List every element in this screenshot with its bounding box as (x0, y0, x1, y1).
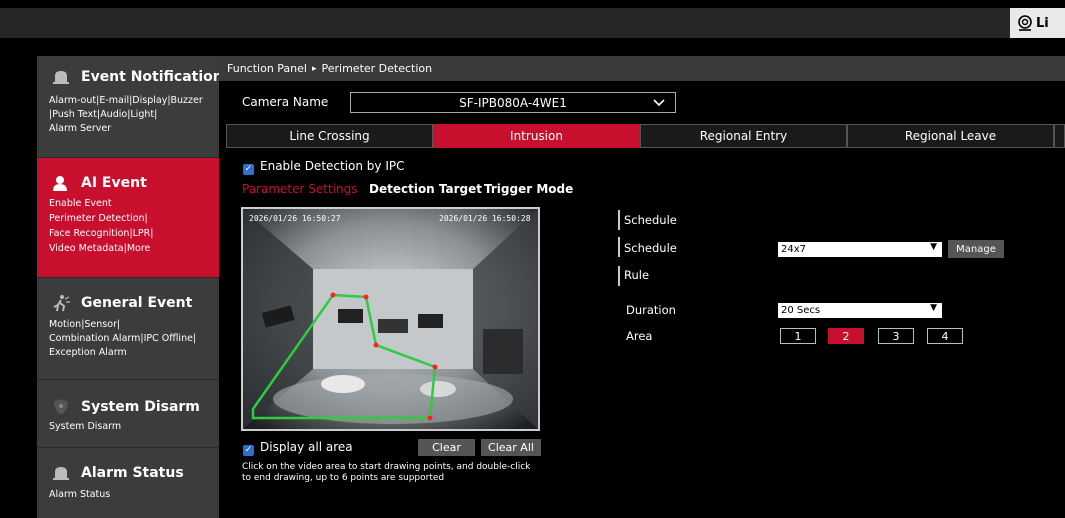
clear-button[interactable]: Clear (418, 439, 475, 456)
sidebar-sub-text: Motion|Sensor| (49, 319, 121, 330)
alarm-status-icon (53, 467, 69, 480)
breadcrumb: Function Panel ▸ Perimeter Detection (219, 56, 1065, 81)
camera-name-select[interactable]: SF-IPB080A-4WE1 (350, 92, 676, 113)
subtab-trigger-mode[interactable]: Trigger Mode (484, 182, 573, 196)
subtab-detection-target[interactable]: Detection Target (369, 182, 482, 196)
sidebar-item-label: General Event (81, 295, 193, 311)
checkbox-checked-icon: ✓ (243, 164, 254, 175)
live-view-label: Li (1036, 15, 1049, 31)
duration-select[interactable]: 20 Secs ▼ (778, 303, 942, 318)
tab-regional-leave[interactable]: Regional Leave (847, 124, 1054, 148)
sidebar: Event Notification Alarm-out|E-mail|Disp… (37, 56, 223, 518)
area-label: Area (626, 329, 653, 343)
schedule-value: 24x7 (781, 244, 807, 255)
drawing-hint-text: Click on the video area to start drawing… (242, 462, 531, 483)
section-divider (618, 237, 620, 257)
tab-regional-entry[interactable]: Regional Entry (640, 124, 847, 148)
area-button-3[interactable]: 3 (878, 328, 914, 344)
clear-all-button[interactable]: Clear All (481, 439, 541, 456)
display-all-area-checkbox[interactable]: ✓ Display all area (243, 440, 353, 456)
schedule-select[interactable]: 24x7 ▼ (778, 242, 942, 257)
breadcrumb-separator: ▸ (311, 63, 317, 74)
chevron-down-icon: ▼ (930, 303, 937, 313)
sidebar-sub-text: Exception Alarm (49, 347, 127, 358)
enable-detection-checkbox[interactable]: ✓ Enable Detection by IPC (243, 159, 405, 175)
enable-detection-label: Enable Detection by IPC (260, 159, 405, 173)
sidebar-item-label: AI Event (81, 175, 147, 191)
alarm-bell-icon (53, 71, 69, 84)
sidebar-item-label: Alarm Status (81, 465, 184, 481)
section-divider (618, 210, 620, 230)
schedule-section-title: Schedule (624, 213, 677, 227)
video-preview[interactable]: 2026/01/26 16:50:27 2026/01/26 16:50:28 (241, 207, 540, 431)
camera-name-value: SF-IPB080A-4WE1 (459, 95, 567, 110)
sidebar-sub-text: Video Metadata|More (49, 243, 151, 254)
tab-line-crossing[interactable]: Line Crossing (226, 124, 433, 148)
breadcrumb-current: Perimeter Detection (321, 62, 433, 75)
section-divider (618, 266, 620, 286)
sidebar-item-system-disarm[interactable]: System Disarm System Disarm (37, 380, 219, 448)
manage-button[interactable]: Manage (948, 240, 1004, 258)
schedule-label: Schedule (624, 241, 677, 255)
breadcrumb-root[interactable]: Function Panel (227, 62, 307, 75)
sidebar-sub-text: Alarm-out|E-mail|Display|Buzzer (49, 95, 203, 106)
camera-name-label: Camera Name (242, 95, 329, 109)
sidebar-sub-text: Alarm Status (49, 489, 111, 500)
checkbox-checked-icon: ✓ (243, 445, 254, 456)
subtab-parameter-settings[interactable]: Parameter Settings (242, 182, 357, 196)
live-view-button[interactable]: Li (1010, 8, 1065, 38)
detection-tabs: Line Crossing Intrusion Regional Entry R… (226, 124, 1065, 148)
sidebar-item-label: System Disarm (81, 399, 200, 415)
osd-timestamp-right: 2026/01/26 16:50:28 (439, 214, 531, 223)
sidebar-item-event-notification[interactable]: Event Notification Alarm-out|E-mail|Disp… (37, 56, 223, 158)
top-bar (0, 8, 1065, 38)
ai-person-icon (53, 176, 67, 191)
chevron-down-icon (653, 99, 665, 107)
camera-icon (1018, 15, 1032, 31)
rule-section-title: Rule (624, 268, 650, 282)
tab-intrusion[interactable]: Intrusion (433, 124, 640, 148)
sidebar-item-label: Event Notification (81, 69, 223, 85)
area-button-2[interactable]: 2 (828, 328, 864, 344)
sidebar-sub-text: System Disarm (49, 421, 122, 432)
sidebar-item-ai-event[interactable]: AI Event Enable Event Perimeter Detectio… (37, 158, 219, 278)
sidebar-sub-text: Enable Event (49, 198, 112, 209)
shield-icon (54, 399, 68, 415)
sidebar-sub-text: Combination Alarm|IPC Offline| (49, 333, 197, 344)
sidebar-item-general-event[interactable]: General Event Motion|Sensor| Combination… (37, 278, 219, 380)
camera-scene: 2026/01/26 16:50:27 2026/01/26 16:50:28 (243, 209, 538, 429)
sidebar-sub-text: Perimeter Detection| (49, 213, 148, 224)
sidebar-sub-text: Face Recognition|LPR| (49, 228, 154, 239)
osd-timestamp-left: 2026/01/26 16:50:27 (249, 214, 341, 223)
sidebar-sub-text: Alarm Server (49, 123, 112, 134)
area-button-1[interactable]: 1 (780, 328, 816, 344)
area-button-4[interactable]: 4 (927, 328, 963, 344)
duration-label: Duration (626, 303, 676, 317)
duration-value: 20 Secs (781, 305, 821, 316)
sidebar-sub-text: |Push Text|Audio|Light| (49, 109, 158, 120)
tab-more[interactable] (1054, 124, 1065, 148)
display-all-area-label: Display all area (260, 440, 353, 454)
main-panel: Function Panel ▸ Perimeter Detection Cam… (219, 56, 1065, 518)
motion-icon (53, 295, 70, 312)
sidebar-item-alarm-status[interactable]: Alarm Status Alarm Status (37, 448, 219, 518)
chevron-down-icon: ▼ (930, 242, 937, 252)
